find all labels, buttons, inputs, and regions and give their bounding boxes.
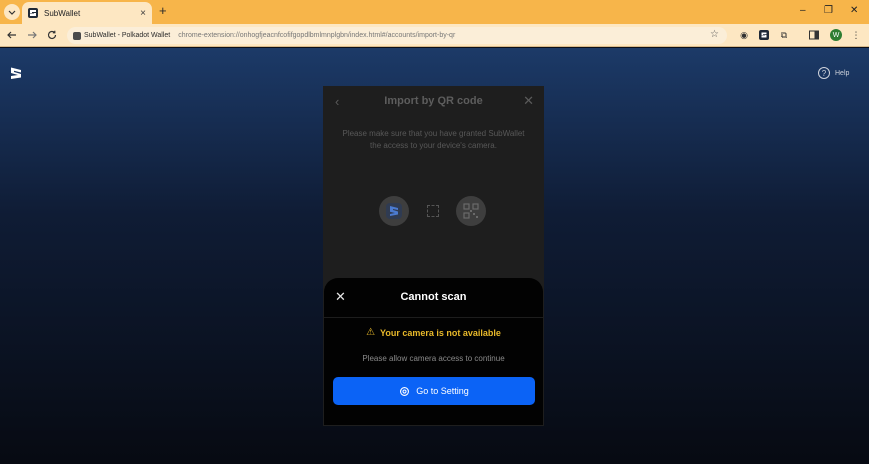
new-tab-button[interactable]: +: [159, 4, 167, 18]
forward-button[interactable]: [25, 28, 39, 42]
back-button[interactable]: [5, 28, 19, 42]
camera-permission-illustration: [323, 196, 544, 226]
extension-site-icon: [73, 31, 81, 40]
minimize-button[interactable]: –: [800, 4, 806, 18]
subwallet-app-icon: [379, 196, 409, 226]
reload-icon: [47, 30, 57, 40]
subwallet-favicon-icon: [28, 8, 38, 18]
site-chip-label: SubWallet - Polkadot Wallet: [84, 32, 171, 39]
sheet-description: Please allow camera access to continue: [362, 354, 505, 363]
cannot-scan-sheet: ✕ Cannot scan ⚠ Your camera is not avail…: [324, 278, 543, 425]
subwallet-logo-icon: [11, 67, 21, 79]
tab-title: SubWallet: [44, 8, 81, 18]
menu-kebab-icon[interactable]: ⋮: [850, 29, 862, 41]
extension-page: ? Help ‹ Import by QR code ✕ Please make…: [0, 48, 869, 464]
warning-text: Your camera is not available: [380, 327, 501, 338]
arrow-right-icon: [28, 31, 37, 39]
subwallet-extension-icon[interactable]: [758, 29, 770, 41]
tab-close-icon[interactable]: ×: [140, 8, 146, 19]
modal-description: Please make sure that you have granted S…: [342, 129, 525, 150]
scan-frame-icon: [427, 205, 439, 217]
profile-avatar[interactable]: W: [830, 29, 842, 41]
url-text: chrome-extension://onhogfjeacnfcofifgopd…: [178, 32, 456, 39]
address-bar[interactable]: SubWallet - Polkadot Wallet chrome-exten…: [67, 27, 727, 44]
sheet-divider: [324, 317, 543, 318]
camera-warning: ⚠ Your camera is not available: [324, 327, 543, 338]
go-to-setting-label: Go to Setting: [416, 386, 469, 396]
browser-tab[interactable]: SubWallet ×: [22, 2, 152, 24]
reload-button[interactable]: [45, 28, 59, 42]
question-icon: ?: [818, 67, 830, 79]
modal-title: Import by QR code: [384, 95, 483, 107]
arrow-left-icon: [7, 31, 16, 39]
tab-search-button[interactable]: [4, 4, 20, 20]
window-close-button[interactable]: ✕: [850, 4, 858, 18]
extensions-puzzle-icon[interactable]: ⧉: [778, 29, 790, 41]
gear-icon: [400, 386, 410, 396]
side-panel-icon[interactable]: [808, 29, 820, 41]
extension-shield-icon[interactable]: ◉: [738, 29, 750, 41]
go-to-setting-button[interactable]: Go to Setting: [333, 377, 535, 405]
chevron-down-icon: [8, 10, 16, 15]
bookmark-star-icon[interactable]: ☆: [710, 29, 719, 40]
sheet-title: Cannot scan: [400, 291, 467, 303]
site-info-chip[interactable]: SubWallet - Polkadot Wallet: [73, 31, 171, 40]
qr-code-icon: [456, 196, 486, 226]
modal-close-icon[interactable]: ✕: [523, 93, 534, 109]
warning-triangle-icon: ⚠: [366, 327, 376, 338]
maximize-button[interactable]: ❐: [824, 4, 833, 18]
help-label: Help: [835, 69, 850, 77]
browser-toolbar: SubWallet - Polkadot Wallet chrome-exten…: [0, 24, 869, 47]
help-link[interactable]: ? Help: [818, 67, 849, 79]
browser-tabstrip: SubWallet × + – ❐ ✕: [0, 0, 869, 24]
modal-header: ‹ Import by QR code ✕: [323, 92, 544, 112]
